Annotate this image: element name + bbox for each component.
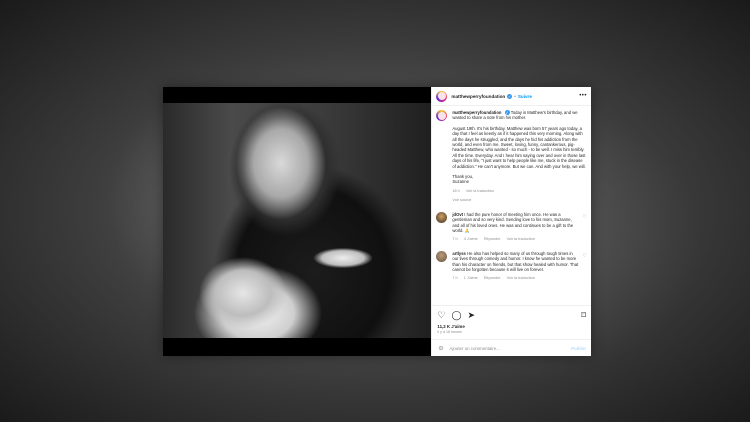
comment-item: jdOvt I had the pure honor of meeting hi… [436, 211, 587, 243]
comment-likes[interactable]: 4 J'aime [464, 237, 478, 241]
comment-reply-button[interactable]: Répondre [484, 237, 501, 241]
comment-translation-link[interactable]: Voir la traduction [507, 276, 535, 280]
post-date: Il y a 18 heures [437, 330, 462, 334]
post-action-bar: ♡ ◯ ➤ ⌑ [432, 305, 591, 324]
caption-username[interactable]: matthewperryfoundation [452, 110, 501, 115]
comment-username[interactable]: jdOvt [452, 212, 463, 217]
separator-dot: • [514, 93, 516, 99]
verified-badge-icon: ✓ [504, 110, 510, 115]
emoji-picker-icon[interactable]: ☺ [437, 345, 444, 352]
comment-age: 7 h [452, 276, 458, 281]
caption: matthewperryfoundation ✓ Today is Matthe… [436, 110, 587, 204]
post-header: matthewperryfoundation ✓ • Suivre ••• [432, 87, 591, 106]
commenter-avatar[interactable] [436, 250, 448, 262]
comment-like-heart-icon[interactable]: ♡ [583, 253, 587, 282]
comment-text: He also has helped so many of us through… [452, 250, 579, 272]
comment-input[interactable]: Ajouter un commentaire... [450, 346, 572, 351]
author-username[interactable]: matthewperryfoundation [451, 94, 505, 99]
caption-meta: 18 h Voir la traduction [452, 189, 587, 194]
post-media[interactable] [163, 87, 432, 356]
comment-meta: 7 h 4 J'aime Répondre Voir la traduction [452, 237, 579, 242]
comment-text: I had the pure honor of meeting him once… [452, 211, 574, 233]
share-send-icon[interactable]: ➤ [468, 310, 476, 320]
caption-translation-link[interactable]: Voir la traduction [466, 189, 494, 193]
comment-body: artlyss He also has helped so many of us… [452, 251, 579, 282]
caption-age: 18 h [452, 188, 460, 193]
bookmark-icon[interactable]: ⌑ [581, 310, 586, 320]
comment-likes[interactable]: 1 J'aime [464, 276, 478, 280]
comment-item: artlyss He also has helped so many of us… [436, 250, 587, 282]
verified-badge-icon: ✓ [507, 93, 513, 99]
commenter-avatar[interactable] [436, 211, 448, 223]
comment-age: 7 h [452, 237, 458, 242]
author-avatar[interactable] [436, 90, 448, 102]
comment-translation-link[interactable]: Voir la traduction [507, 237, 535, 241]
comment-body: jdOvt I had the pure honor of meeting hi… [452, 212, 579, 243]
more-options-icon[interactable]: ••• [579, 93, 587, 99]
post-modal: matthewperryfoundation ✓ • Suivre ••• ma… [163, 87, 591, 356]
follow-button[interactable]: Suivre [518, 94, 532, 99]
like-heart-icon[interactable]: ♡ [437, 310, 445, 320]
post-side-panel: matthewperryfoundation ✓ • Suivre ••• ma… [431, 87, 591, 356]
publish-button[interactable]: Publier [571, 346, 586, 351]
post-photo [163, 103, 432, 338]
caption-signoff-2: Suzanne [452, 179, 469, 185]
comment-username[interactable]: artlyss [452, 251, 466, 256]
caption-letter: August 19th. It's his birthday. Matthew … [452, 125, 586, 169]
comment-compose-bar: ☺ Ajouter un commentaire... Publier [432, 339, 591, 356]
avatar-inner [437, 92, 446, 100]
comment-reply-button[interactable]: Répondre [484, 276, 501, 280]
comments-scroll-area[interactable]: matthewperryfoundation ✓ Today is Matthe… [432, 106, 591, 305]
avatar-inner [437, 111, 446, 120]
caption-body: matthewperryfoundation ✓ Today is Matthe… [452, 110, 587, 204]
comment-meta: 7 h 1 J'aime Répondre Voir la traduction [452, 276, 579, 281]
comment-bubble-icon[interactable]: ◯ [451, 310, 461, 320]
comment-like-heart-icon[interactable]: ♡ [583, 214, 587, 243]
caption-avatar[interactable] [436, 110, 448, 121]
view-source-link[interactable]: Voir source [452, 198, 587, 203]
